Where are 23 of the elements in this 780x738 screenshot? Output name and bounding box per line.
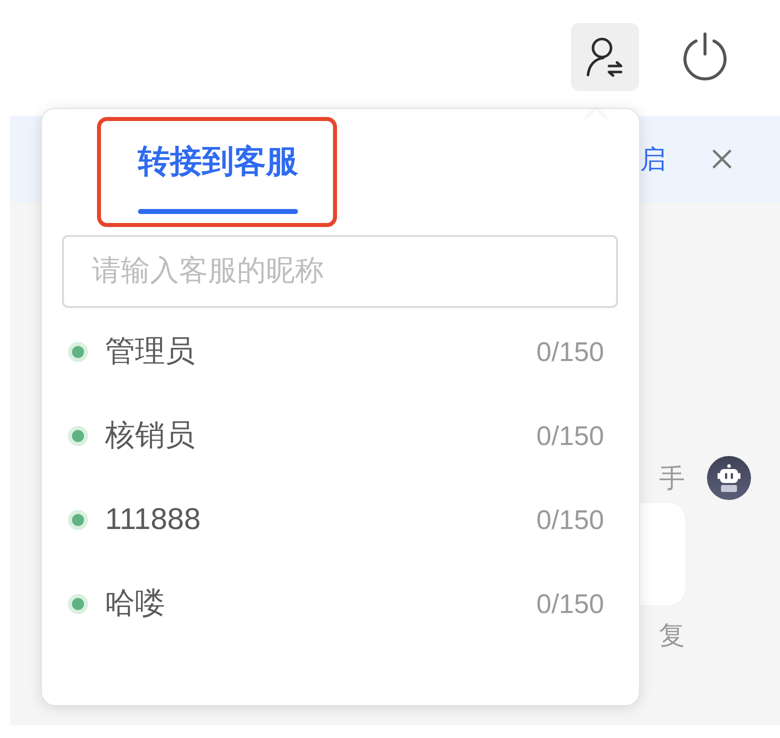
agent-list-item[interactable]: 管理员 0/150 [42, 310, 639, 394]
agent-load: 0/150 [536, 420, 604, 452]
agent-name: 哈喽 [105, 586, 165, 622]
robot-avatar-icon [707, 456, 751, 500]
agent-list-item[interactable]: 核销员 0/150 [42, 394, 639, 478]
search-field[interactable]: 请输入客服的昵称 [62, 235, 618, 308]
agent-name: 核销员 [105, 418, 195, 454]
agent-name: 111888 [105, 502, 201, 538]
agent-load: 0/150 [536, 336, 604, 368]
notice-link[interactable]: 启 [640, 144, 666, 174]
reply-label: 复 [659, 620, 685, 650]
agent-list-item[interactable]: 111888 0/150 [42, 478, 639, 562]
agent-load: 0/150 [536, 504, 604, 536]
agent-list-item[interactable]: 哈喽 0/150 [42, 562, 639, 646]
transfer-button[interactable] [571, 22, 639, 90]
close-icon [712, 149, 732, 169]
tab[interactable]: 转接到客服 [138, 143, 298, 214]
close-button[interactable] [710, 147, 734, 171]
assistant-label: 手 [659, 463, 685, 493]
power-icon [681, 32, 729, 82]
user-swap-icon [586, 36, 624, 76]
agent-name: 管理员 [105, 334, 195, 370]
agent-load: 0/150 [536, 588, 604, 620]
